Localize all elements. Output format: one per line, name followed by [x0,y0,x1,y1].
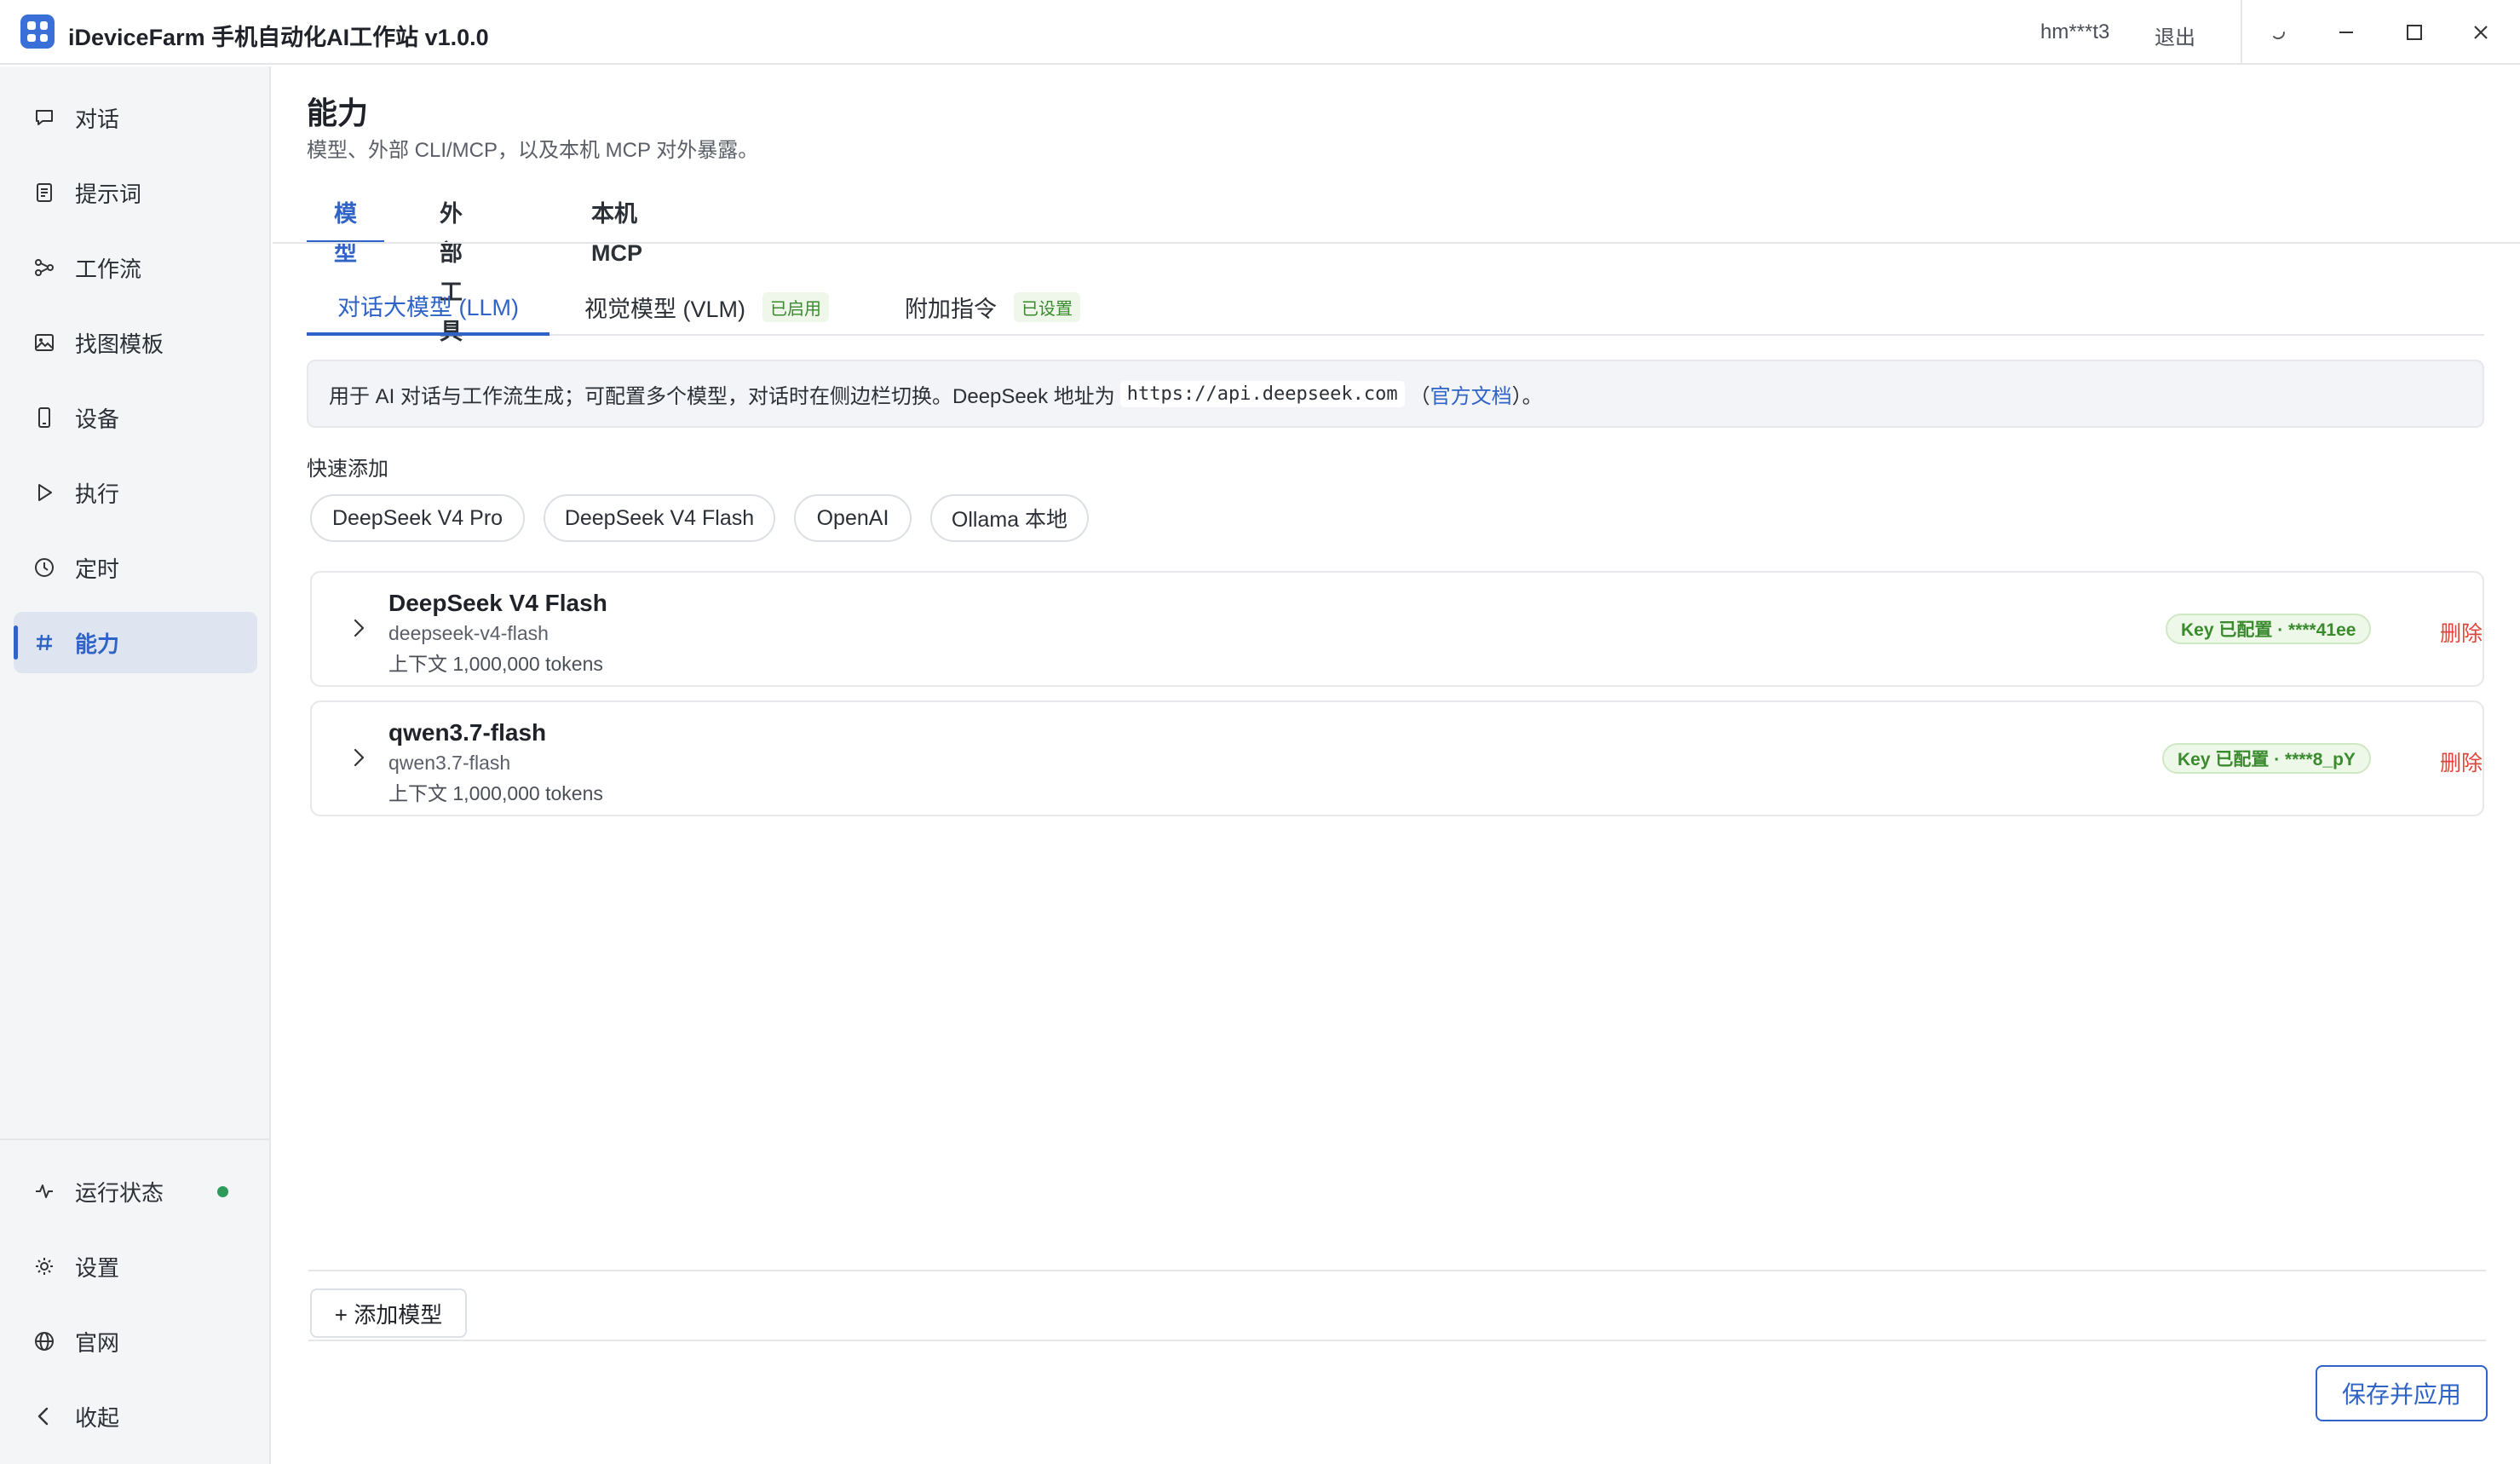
sidebar-item-workflow[interactable]: 工作流 [14,237,257,298]
sidebar-item-label: 执行 [75,481,120,507]
subtab-extra-instructions[interactable]: 附加指令 已设置 [905,278,1080,336]
model-name: DeepSeek V4 Flash [388,590,607,616]
sidebar-item-capabilities[interactable]: 能力 [14,612,257,673]
info-suffix: ）。 [1511,384,1543,408]
sidebar-item-settings[interactable]: 设置 [14,1236,257,1297]
model-subtabs: 对话大模型 (LLM) 视觉模型 (VLM) 已启用 附加指令 已设置 [307,278,2484,336]
info-paren-open: （ [1409,384,1430,408]
divider [308,1340,2486,1341]
app-title: iDeviceFarm 手机自动化AI工作站 v1.0.0 [68,25,489,50]
official-docs-link[interactable]: 官方文档 [1430,379,1512,409]
status-badge: 已启用 [762,291,829,322]
model-card: DeepSeek V4 Flash deepseek-v4-flash 上下文 … [310,571,2484,687]
info-banner: 用于 AI 对话与工作流生成；可配置多个模型，对话时在侧边栏切换。DeepSee… [307,360,2484,428]
maximize-button[interactable] [2397,15,2431,49]
chevron-right-icon[interactable] [346,615,371,641]
model-context: 上下文 1,000,000 tokens [388,653,603,675]
model-id: qwen3.7-flash [388,752,511,774]
subtab-llm[interactable]: 对话大模型 (LLM) [307,278,550,336]
sidebar-item-label: 找图模板 [75,331,164,357]
workflow-icon [32,256,56,280]
subtab-vlm[interactable]: 视觉模型 (VLM) 已启用 [584,278,829,336]
sidebar-item-execute[interactable]: 执行 [14,462,257,523]
main-content: 能力 模型、外部 CLI/MCP，以及本机 MCP 对外暴露。 模型 外部工具 … [273,66,2520,1464]
close-button[interactable] [2464,15,2498,49]
status-badge: 已设置 [1014,291,1080,322]
logout-button[interactable]: 退出 [2155,20,2195,50]
sidebar-collapse-button[interactable]: 收起 [14,1386,257,1447]
sidebar-item-label: 定时 [75,556,120,582]
sidebar-item-label: 设置 [75,1254,120,1281]
subtab-label: 视觉模型 (VLM) [584,296,745,322]
chevron-right-icon[interactable] [346,745,371,770]
sidebar-item-label: 运行状态 [75,1179,164,1206]
sidebar-item-label: 提示词 [75,181,142,207]
sidebar-item-run-status[interactable]: 运行状态 [14,1161,257,1222]
key-status-badge: Key 已配置 · ****8_pY [2162,743,2371,774]
tab-external-tools[interactable]: 外部工具 [412,194,490,344]
sidebar-item-website[interactable]: 官网 [14,1311,257,1372]
sidebar-item-prompts[interactable]: 提示词 [14,162,257,223]
tab-local-mcp[interactable]: 本机 MCP [564,194,670,266]
sidebar-item-devices[interactable]: 设备 [14,387,257,448]
save-apply-button[interactable]: 保存并应用 [2316,1365,2488,1421]
subtab-label: 对话大模型 (LLM) [337,294,520,320]
chat-icon [32,106,56,130]
divider [308,1270,2486,1271]
sidebar-item-label: 能力 [75,631,120,657]
clock-icon [32,556,56,579]
hash-icon [32,631,56,654]
app-logo-icon [20,14,55,49]
model-context: 上下文 1,000,000 tokens [388,782,603,804]
user-name[interactable]: hm***t3 [2040,20,2109,44]
image-icon [32,331,56,354]
sidebar-item-label: 对话 [75,106,120,132]
minimize-button[interactable] [2329,15,2363,49]
quick-add-deepseek-v4-flash[interactable]: DeepSeek V4 Flash [544,494,775,542]
model-id: deepseek-v4-flash [388,622,549,644]
page-subtitle: 模型、外部 CLI/MCP，以及本机 MCP 对外暴露。 [307,139,759,162]
loading-spinner-icon [2261,15,2295,49]
phone-icon [32,406,56,429]
api-url: https://api.deepseek.com [1119,380,1405,407]
play-icon [32,481,56,504]
sidebar-item-schedule[interactable]: 定时 [14,537,257,598]
sidebar-item-label: 设备 [75,406,120,432]
tabs-divider [273,242,2520,244]
sidebar: 对话 提示词 工作流 找图模板 设备 执行 定时 能力 运行状态 设置 官网 收… [0,66,271,1464]
quick-add-openai[interactable]: OpenAI [794,494,912,542]
document-icon [32,181,56,205]
activity-icon [32,1179,56,1203]
quick-add-label: 快速添加 [307,458,388,481]
chevron-left-icon [32,1404,56,1428]
title-bar: iDeviceFarm 手机自动化AI工作站 v1.0.0 hm***t3 退出 [0,0,2520,65]
title-bar-divider [2241,0,2242,65]
quick-add-ollama[interactable]: Ollama 本地 [930,494,1089,542]
key-status-badge: Key 已配置 · ****41ee [2166,614,2372,644]
sidebar-divider [0,1138,269,1140]
delete-model-button[interactable]: 删除 [2440,746,2483,777]
model-name: qwen3.7-flash [388,719,547,746]
sidebar-item-chat[interactable]: 对话 [14,87,257,148]
page-title: 能力 [307,95,369,130]
sidebar-item-label: 工作流 [75,256,142,282]
sidebar-item-image-templates[interactable]: 找图模板 [14,312,257,373]
info-text: 用于 AI 对话与工作流生成；可配置多个模型，对话时在侧边栏切换。DeepSee… [329,384,1115,408]
model-card: qwen3.7-flash qwen3.7-flash 上下文 1,000,00… [310,700,2484,816]
quick-add-deepseek-v4-pro[interactable]: DeepSeek V4 Pro [310,494,525,542]
tab-models[interactable]: 模型 [307,194,384,266]
sidebar-item-label: 收起 [75,1404,120,1431]
add-model-button[interactable]: + 添加模型 [310,1288,467,1338]
delete-model-button[interactable]: 删除 [2440,617,2483,648]
sidebar-item-label: 官网 [75,1329,120,1356]
status-online-indicator [217,1186,228,1197]
globe-icon [32,1329,56,1353]
gear-icon [32,1254,56,1278]
subtab-label: 附加指令 [905,296,997,322]
